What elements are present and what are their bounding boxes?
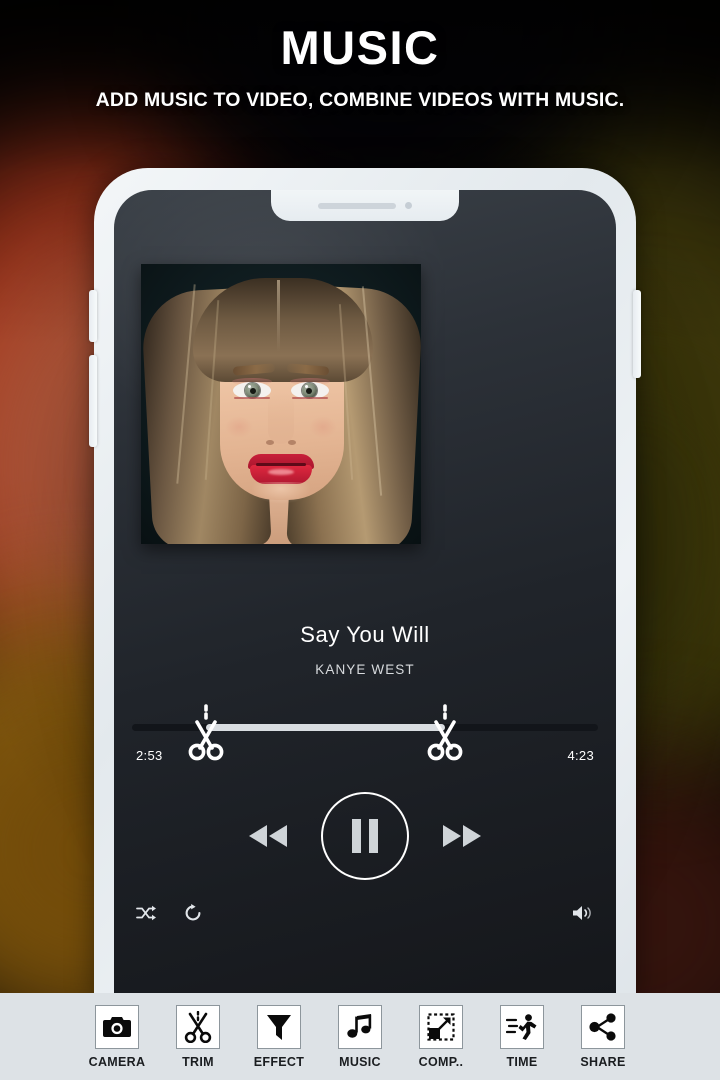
toolbar-item-trim[interactable]: TRIM <box>158 1004 239 1069</box>
shuffle-icon[interactable] <box>136 905 156 926</box>
toolbar-item-music[interactable]: MUSIC <box>320 1004 401 1069</box>
trim-slider[interactable]: 2:53 4:23 <box>132 704 598 766</box>
rewind-icon[interactable] <box>245 821 291 851</box>
track-title: Say You Will <box>300 622 430 647</box>
toolbar-label-music: MUSIC <box>339 1054 381 1069</box>
front-camera-dot-icon <box>405 202 412 209</box>
toolbar-item-effect[interactable]: EFFECT <box>239 1004 320 1069</box>
toolbar-label-trim: TRIM <box>182 1054 214 1069</box>
toolbar-item-camera[interactable]: CAMERA <box>77 1004 158 1069</box>
repeat-icon[interactable] <box>184 903 202 927</box>
phone-notch <box>271 190 459 221</box>
share-icon <box>581 1004 625 1049</box>
toolbar-item-time[interactable]: TIME <box>482 1004 563 1069</box>
toolbar-label-camera: CAMERA <box>88 1054 146 1069</box>
toolbar-item-share[interactable]: SHARE <box>563 1004 644 1069</box>
album-photo-image <box>141 264 421 544</box>
track-artist: KANYE WEST <box>315 662 415 677</box>
music-note-icon <box>338 1004 382 1049</box>
bottom-toolbar: CAMERA TRIM EFFECT MUSIC COMP.. TIME SHA… <box>0 993 720 1080</box>
toolbar-item-compress[interactable]: COMP.. <box>401 1004 482 1069</box>
transport-controls <box>114 790 616 882</box>
hero-banner: MUSIC ADD MUSIC TO VIDEO, COMBINE VIDEOS… <box>0 0 720 136</box>
volume-up-button[interactable] <box>89 290 97 342</box>
page-title: MUSIC <box>280 21 440 74</box>
phone-mockup: Say You Will KANYE WEST 2:53 4:23 <box>89 168 641 998</box>
phone-screen: Say You Will KANYE WEST 2:53 4:23 <box>114 190 616 998</box>
toolbar-label-effect: EFFECT <box>253 1054 305 1069</box>
speaker-grill-icon <box>318 202 396 209</box>
pause-icon <box>352 819 378 853</box>
toolbar-label-compress: COMP.. <box>418 1054 464 1069</box>
scissors-icon <box>176 1004 220 1049</box>
toolbar-label-time: TIME <box>506 1054 538 1069</box>
page-subtitle: ADD MUSIC TO VIDEO, COMBINE VIDEOS WITH … <box>95 89 625 111</box>
trim-handle-start[interactable] <box>183 704 229 766</box>
fast-forward-icon[interactable] <box>439 821 485 851</box>
play-pause-button[interactable] <box>321 792 409 880</box>
resize-icon <box>419 1004 463 1049</box>
trim-start-time: 2:53 <box>136 748 163 763</box>
trim-end-time: 4:23 <box>567 748 594 763</box>
toolbar-label-share: SHARE <box>580 1054 626 1069</box>
volume-icon[interactable] <box>572 905 594 926</box>
trim-handle-end[interactable] <box>422 704 468 766</box>
volume-down-button[interactable] <box>89 355 97 447</box>
power-button[interactable] <box>633 290 641 378</box>
album-artwork[interactable] <box>141 264 421 544</box>
player-secondary-controls <box>114 895 616 935</box>
running-man-icon <box>500 1004 544 1049</box>
trim-slider-range <box>206 724 445 731</box>
funnel-icon <box>257 1004 301 1049</box>
camera-icon <box>95 1004 139 1049</box>
